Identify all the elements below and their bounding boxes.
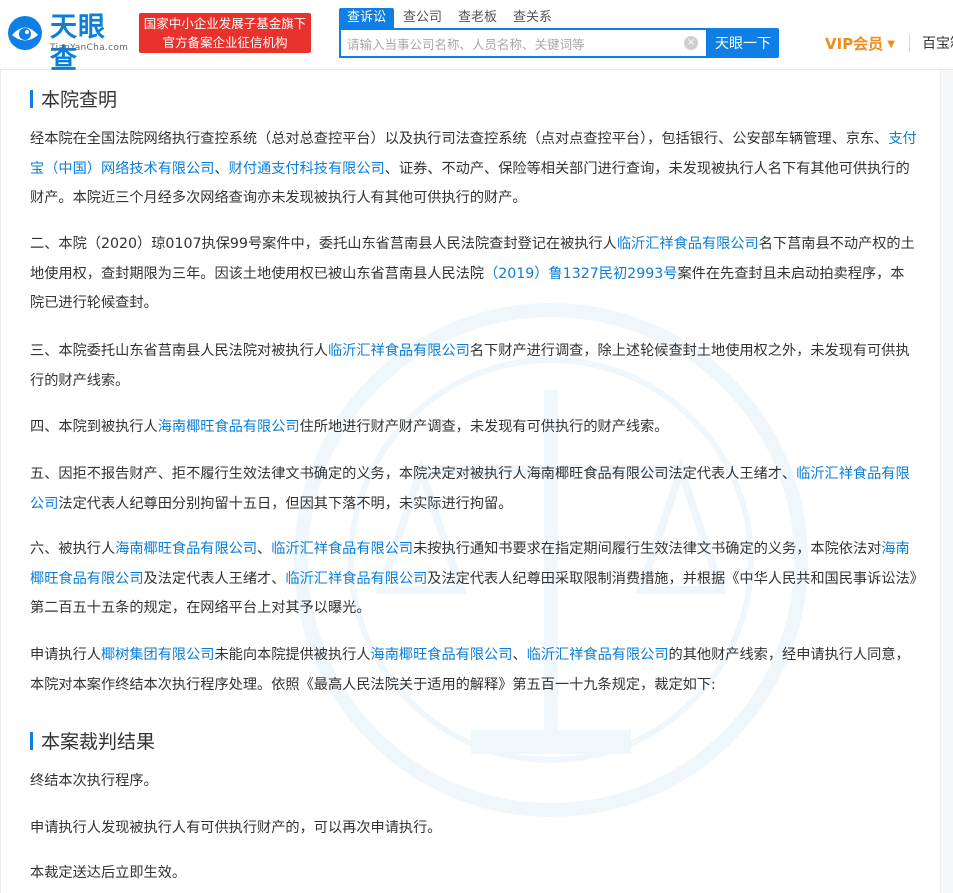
result-line-2: 申请执行人发现被执行人有可供执行财产的，可以再次申请执行。 xyxy=(30,820,442,836)
link-hainan-yewang[interactable]: 海南椰旺食品有限公司 xyxy=(115,541,257,557)
badge-line-2: 官方备案企业征信机构 xyxy=(162,35,288,50)
paragraph-7: 申请执行人椰树集团有限公司未能向本院提供被执行人海南椰旺食品有限公司、临沂汇祥食… xyxy=(30,647,910,693)
clear-icon[interactable]: × xyxy=(684,36,698,50)
paragraph-1: 经本院在全国法院网络执行查控系统（总对总查控平台）以及执行司法查控系统（点对点查… xyxy=(30,131,917,206)
link-tenpay[interactable]: 财付通支付科技有限公司 xyxy=(229,161,385,177)
search-box: × xyxy=(339,28,708,58)
link-linyi-huixiang[interactable]: 临沂汇祥食品有限公司 xyxy=(617,236,759,252)
section-title-finding: 本院查明 xyxy=(30,88,117,112)
search-input[interactable] xyxy=(347,34,677,54)
paragraph-4: 四、本院到被执行人海南椰旺食品有限公司住所地进行财产财产调查，未发现有可供执行的… xyxy=(30,419,669,435)
tab-company[interactable]: 查公司 xyxy=(403,8,442,28)
link-yeshu-group[interactable]: 椰树集团有限公司 xyxy=(101,647,215,663)
document-card: 本院查明 经本院在全国法院网络执行查控系统（总对总查控平台）以及执行司法查控系统… xyxy=(0,70,941,893)
tab-boss[interactable]: 查老板 xyxy=(458,8,497,28)
result-line-1: 终结本次执行程序。 xyxy=(30,773,158,789)
header-divider xyxy=(909,34,910,52)
title-accent-bar xyxy=(30,90,33,108)
link-linyi-huixiang[interactable]: 临沂汇祥食品有限公司 xyxy=(328,343,470,359)
search-button[interactable]: 天眼一下 xyxy=(707,28,779,58)
link-linyi-huixiang[interactable]: 临沂汇祥食品有限公司 xyxy=(271,541,413,557)
badge-line-1: 国家中小企业发展子基金旗下 xyxy=(143,16,307,31)
paragraph-2: 二、本院（2020）琼0107执保99号案件中，委托山东省莒南县人民法院查封登记… xyxy=(30,236,915,311)
title-accent-bar xyxy=(30,732,33,750)
eye-logo-icon xyxy=(8,16,42,50)
paragraph-3: 三、本院委托山东省莒南县人民法院对被执行人临沂汇祥食品有限公司名下财产进行调查，… xyxy=(30,343,910,389)
paragraph-6: 六、被执行人海南椰旺食品有限公司、临沂汇祥食品有限公司未按执行通知书要求在指定期… xyxy=(30,541,917,616)
site-logo[interactable]: 天眼查 TianYanCha.com xyxy=(6,12,132,75)
result-line-3: 本裁定送达后立即生效。 xyxy=(30,865,187,881)
link-case-number[interactable]: （2019）鲁1327民初2993号 xyxy=(484,266,677,282)
link-hainan-yewang[interactable]: 海南椰旺食品有限公司 xyxy=(158,419,300,435)
brand-domain: TianYanCha.com xyxy=(50,43,129,53)
link-linyi-huixiang[interactable]: 临沂汇祥食品有限公司 xyxy=(527,647,669,663)
certification-badge: 国家中小企业发展子基金旗下 官方备案企业征信机构 xyxy=(139,13,311,53)
vip-label: VIP会员 xyxy=(825,35,884,53)
caret-down-icon: ▼ xyxy=(887,39,895,50)
top-header: 天眼查 TianYanCha.com 国家中小企业发展子基金旗下 官方备案企业征… xyxy=(0,0,953,75)
tab-lawsuit[interactable]: 查诉讼 xyxy=(339,8,395,28)
paragraph-5: 五、因拒不报告财产、拒不履行生效法律文书确定的义务，本院决定对被执行人海南椰旺食… xyxy=(30,466,910,512)
link-hainan-yewang[interactable]: 海南椰旺食品有限公司 xyxy=(371,647,513,663)
toolbox-link[interactable]: 百宝箱 xyxy=(922,33,953,53)
link-linyi-huixiang[interactable]: 临沂汇祥食品有限公司 xyxy=(285,571,427,587)
tab-relation[interactable]: 查关系 xyxy=(513,8,552,28)
vip-member-link[interactable]: VIP会员 ▼ xyxy=(825,33,895,54)
section-title-result: 本案裁判结果 xyxy=(30,730,155,754)
